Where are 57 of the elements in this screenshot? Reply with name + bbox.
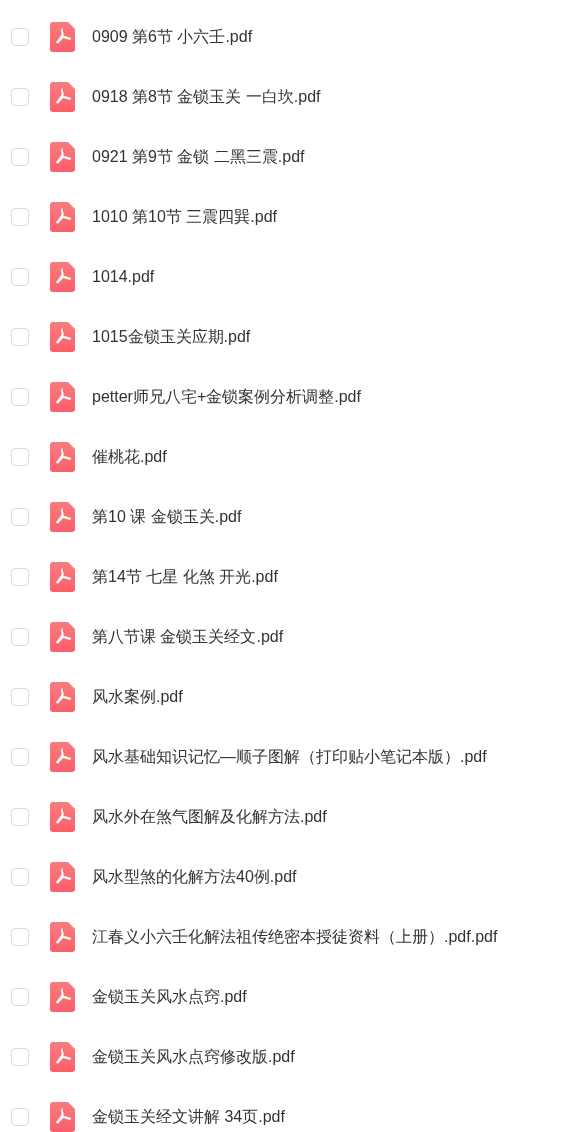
file-name[interactable]: 金锁玉关经文讲解 34页.pdf <box>92 1105 285 1129</box>
file-name[interactable]: 第10 课 金锁玉关.pdf <box>92 505 242 529</box>
file-name[interactable]: 金锁玉关风水点窍修改版.pdf <box>92 1045 295 1069</box>
pdf-file-icon <box>50 1042 75 1072</box>
file-name[interactable]: 第八节课 金锁玉关经文.pdf <box>92 625 284 649</box>
file-name[interactable]: 0918 第8节 金锁玉关 一白坎.pdf <box>92 85 321 109</box>
pdf-file-icon <box>50 442 75 472</box>
checkbox[interactable] <box>11 628 29 646</box>
pdf-file-icon <box>50 1102 75 1132</box>
pdf-file-icon <box>50 742 75 772</box>
file-name[interactable]: 1010 第10节 三震四巽.pdf <box>92 205 277 229</box>
file-name[interactable]: 江春义小六壬化解法祖传绝密本授徒资料（上册）.pdf.pdf <box>92 925 498 949</box>
checkbox[interactable] <box>11 28 29 46</box>
checkbox[interactable] <box>11 568 29 586</box>
file-name[interactable]: 0921 第9节 金锁 二黑三震.pdf <box>92 145 305 169</box>
pdf-file-icon <box>50 502 75 532</box>
checkbox[interactable] <box>11 448 29 466</box>
file-name[interactable]: 1015金锁玉关应期.pdf <box>92 325 251 349</box>
file-name[interactable]: 风水外在煞气图解及化解方法.pdf <box>92 805 327 829</box>
pdf-file-icon <box>50 322 75 352</box>
pdf-file-icon <box>50 862 75 892</box>
pdf-file-icon <box>50 382 75 412</box>
checkbox[interactable] <box>11 388 29 406</box>
file-name[interactable]: 0909 第6节 小六壬.pdf <box>92 25 253 49</box>
pdf-file-icon <box>50 802 75 832</box>
checkbox[interactable] <box>11 328 29 346</box>
pdf-file-icon <box>50 982 75 1012</box>
file-name[interactable]: 风水案例.pdf <box>92 685 183 709</box>
file-name[interactable]: petter师兄八宅+金锁案例分析调整.pdf <box>92 385 361 409</box>
checkbox[interactable] <box>11 988 29 1006</box>
file-name[interactable]: 催桃花.pdf <box>92 445 167 469</box>
pdf-file-icon <box>50 622 75 652</box>
checkbox[interactable] <box>11 268 29 286</box>
file-name[interactable]: 风水型煞的化解方法40例.pdf <box>92 865 297 889</box>
file-name[interactable]: 风水基础知识记忆—顺子图解（打印贴小笔记本版）.pdf <box>92 745 487 769</box>
file-name[interactable]: 金锁玉关风水点窍.pdf <box>92 985 247 1009</box>
pdf-file-icon <box>50 202 75 232</box>
checkbox[interactable] <box>11 928 29 946</box>
checkbox[interactable] <box>11 868 29 886</box>
checkbox[interactable] <box>11 1108 29 1126</box>
pdf-file-icon <box>50 82 75 112</box>
pdf-file-icon <box>50 682 75 712</box>
checkbox[interactable] <box>11 808 29 826</box>
checkbox[interactable] <box>11 148 29 166</box>
checkbox[interactable] <box>11 748 29 766</box>
pdf-file-icon <box>50 562 75 592</box>
file-name[interactable]: 1014.pdf <box>92 265 155 289</box>
checkbox[interactable] <box>11 88 29 106</box>
pdf-file-icon <box>50 922 75 952</box>
checkbox[interactable] <box>11 688 29 706</box>
pdf-file-icon <box>50 22 75 52</box>
pdf-file-icon <box>50 142 75 172</box>
pdf-file-icon <box>50 262 75 292</box>
checkbox[interactable] <box>11 1048 29 1066</box>
checkbox[interactable] <box>11 208 29 226</box>
file-name[interactable]: 第14节 七星 化煞 开光.pdf <box>92 565 278 589</box>
checkbox[interactable] <box>11 508 29 526</box>
